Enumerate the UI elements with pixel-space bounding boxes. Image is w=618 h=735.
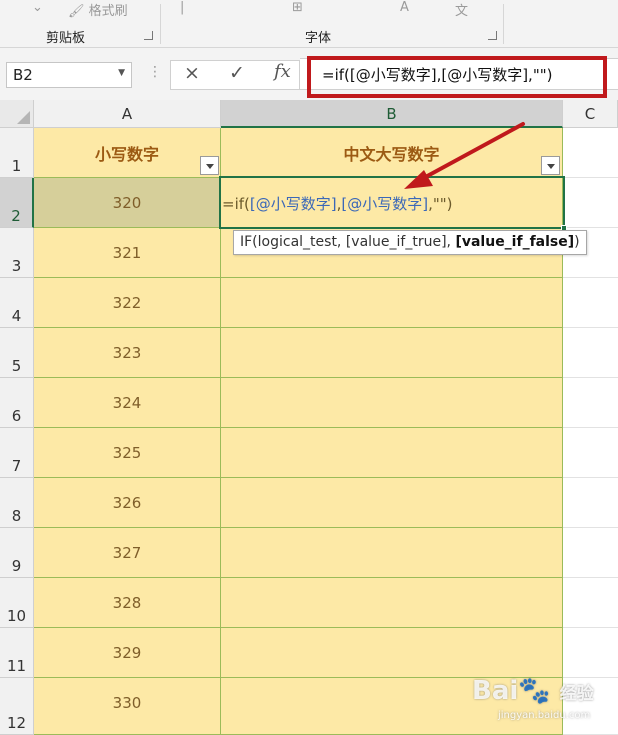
annotation-arrow (404, 122, 525, 189)
watermark-url: jingyan.baidu.com (498, 710, 591, 721)
watermark-brand-suffix: 经验 (559, 684, 594, 704)
paw-icon: 🐾 (518, 676, 551, 706)
watermark-logo: Bai🐾 经验 (472, 676, 594, 706)
watermark-brand: Bai (472, 676, 519, 706)
